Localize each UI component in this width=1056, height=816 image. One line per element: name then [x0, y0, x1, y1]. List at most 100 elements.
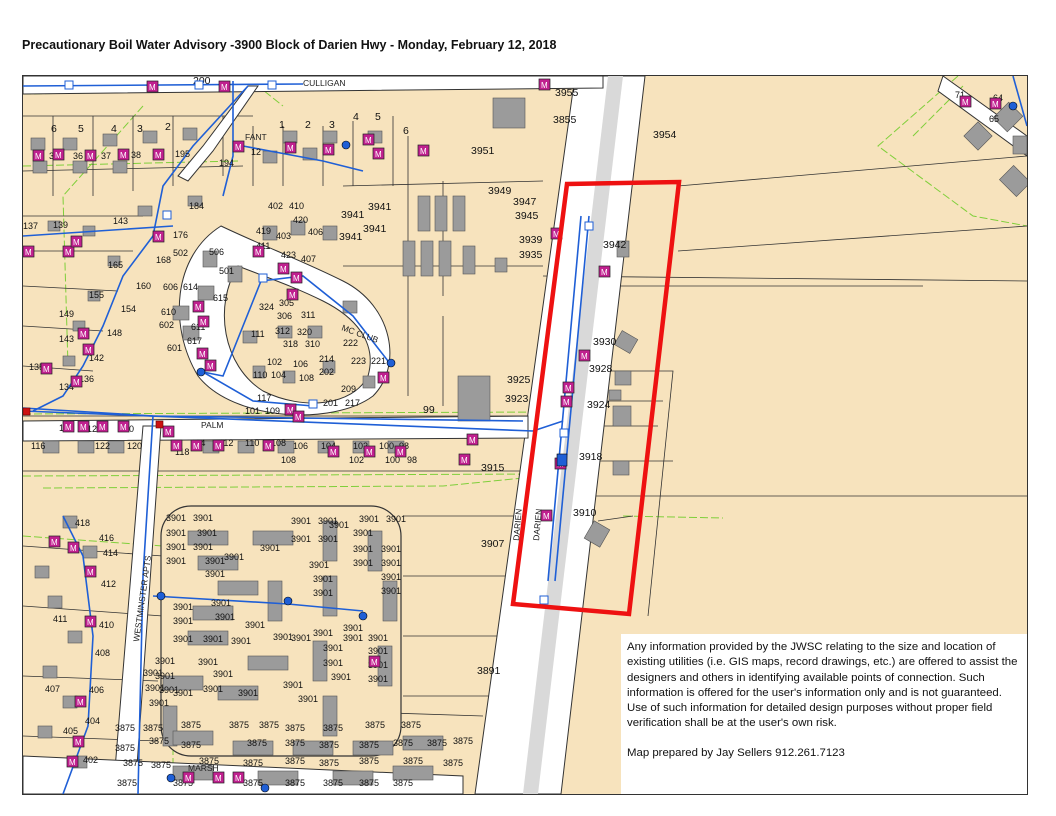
meter-icon[interactable]: M: [74, 695, 87, 708]
meter-icon[interactable]: M: [62, 245, 75, 258]
meter-icon[interactable]: M: [458, 453, 471, 466]
meter-icon[interactable]: M: [152, 230, 165, 243]
address-label: 5: [78, 123, 84, 135]
meter-icon[interactable]: M: [152, 148, 165, 161]
svg-text:M: M: [195, 303, 202, 312]
valve-icon[interactable]: [539, 595, 549, 605]
hydrant-icon[interactable]: [156, 591, 166, 601]
hydrant-icon[interactable]: [341, 140, 351, 150]
svg-text:M: M: [173, 442, 180, 451]
address-label: 149: [59, 309, 74, 319]
meter-icon[interactable]: M: [262, 439, 275, 452]
meter-icon[interactable]: M: [989, 97, 1002, 110]
meter-icon[interactable]: M: [67, 541, 80, 554]
meter-icon[interactable]: M: [322, 143, 335, 156]
valve-icon[interactable]: [258, 273, 268, 283]
hydrant-icon[interactable]: [196, 367, 206, 377]
address-label: 3875: [319, 740, 339, 750]
meter-icon[interactable]: M: [77, 327, 90, 340]
meter-icon[interactable]: M: [72, 735, 85, 748]
map-canvas[interactable]: 3955 3855 3954 3951 3949 3947 3945 3941 …: [22, 75, 1028, 795]
hydrant-icon[interactable]: [166, 773, 176, 783]
meter-icon[interactable]: M: [182, 771, 195, 784]
meter-icon[interactable]: M: [218, 80, 231, 93]
address-label: 412: [101, 579, 116, 589]
hydrant-icon[interactable]: [283, 596, 293, 606]
meter-icon[interactable]: M: [466, 433, 479, 446]
address-label: 3855: [553, 114, 577, 126]
meter-icon[interactable]: M: [117, 420, 130, 433]
valve-icon[interactable]: [23, 407, 31, 416]
meter-icon[interactable]: M: [394, 445, 407, 458]
meter-icon[interactable]: M: [23, 245, 35, 258]
meter-icon[interactable]: M: [197, 315, 210, 328]
hydrant-icon[interactable]: [358, 611, 368, 621]
valve-icon[interactable]: [308, 399, 318, 409]
valve-icon[interactable]: [559, 428, 569, 438]
meter-icon[interactable]: M: [540, 509, 553, 522]
meter-icon[interactable]: M: [82, 343, 95, 356]
meter-icon[interactable]: M: [52, 148, 65, 161]
meter-icon[interactable]: M: [146, 80, 159, 93]
valve-icon[interactable]: [584, 221, 594, 231]
svg-text:M: M: [185, 774, 192, 783]
meter-icon[interactable]: M: [192, 300, 205, 313]
meter-icon[interactable]: M: [232, 771, 245, 784]
meter-icon[interactable]: M: [66, 755, 79, 768]
meter-icon[interactable]: M: [62, 420, 75, 433]
meter-icon[interactable]: M: [212, 439, 225, 452]
address-label: 2: [165, 121, 171, 133]
meter-icon[interactable]: M: [170, 439, 183, 452]
meter-icon[interactable]: M: [377, 371, 390, 384]
meter-icon[interactable]: M: [84, 565, 97, 578]
meter-icon[interactable]: M: [362, 133, 375, 146]
meter-icon[interactable]: M: [70, 235, 83, 248]
meter-icon[interactable]: M: [372, 147, 385, 160]
meter-icon[interactable]: M: [959, 95, 972, 108]
meter-icon[interactable]: M: [232, 140, 245, 153]
meter-icon[interactable]: M: [48, 535, 61, 548]
meter-icon[interactable]: M: [40, 362, 53, 375]
meter-icon[interactable]: M: [204, 359, 217, 372]
meter-icon[interactable]: M: [190, 439, 203, 452]
meter-icon[interactable]: M: [32, 149, 45, 162]
meter-icon[interactable]: M: [284, 141, 297, 154]
meter-icon[interactable]: M: [117, 148, 130, 161]
valve-icon[interactable]: [556, 453, 568, 467]
meter-icon[interactable]: M: [70, 375, 83, 388]
meter-icon[interactable]: M: [96, 420, 109, 433]
valve-icon[interactable]: [194, 80, 204, 90]
meter-icon[interactable]: M: [77, 420, 90, 433]
meter-icon[interactable]: M: [162, 425, 175, 438]
meter-icon[interactable]: M: [327, 445, 340, 458]
meter-icon[interactable]: M: [252, 245, 265, 258]
address-label: 110: [245, 438, 259, 448]
hydrant-icon[interactable]: [1008, 101, 1018, 111]
svg-text:M: M: [65, 248, 72, 257]
hydrant-icon[interactable]: [386, 358, 396, 368]
meter-icon[interactable]: M: [538, 78, 551, 91]
svg-text:M: M: [962, 98, 969, 107]
valve-icon[interactable]: [64, 80, 74, 90]
meter-icon[interactable]: M: [212, 771, 225, 784]
meter-icon[interactable]: M: [578, 349, 591, 362]
meter-icon[interactable]: M: [290, 271, 303, 284]
meter-icon[interactable]: M: [368, 655, 381, 668]
meter-icon[interactable]: M: [286, 288, 299, 301]
address-label: 3901: [173, 688, 193, 698]
meter-icon[interactable]: M: [598, 265, 611, 278]
meter-icon[interactable]: M: [84, 615, 97, 628]
meter-icon[interactable]: M: [84, 149, 97, 162]
valve-icon[interactable]: [267, 80, 277, 90]
meter-icon[interactable]: M: [277, 262, 290, 275]
hydrant-icon[interactable]: [260, 783, 270, 793]
valve-icon[interactable]: [162, 210, 172, 220]
address-label: 3875: [181, 740, 201, 750]
meter-icon[interactable]: M: [560, 395, 573, 408]
meter-icon[interactable]: M: [196, 347, 209, 360]
meter-icon[interactable]: M: [363, 445, 376, 458]
valve-icon[interactable]: [155, 420, 164, 429]
meter-icon[interactable]: M: [562, 381, 575, 394]
meter-icon[interactable]: M: [292, 410, 305, 423]
meter-icon[interactable]: M: [417, 144, 430, 157]
